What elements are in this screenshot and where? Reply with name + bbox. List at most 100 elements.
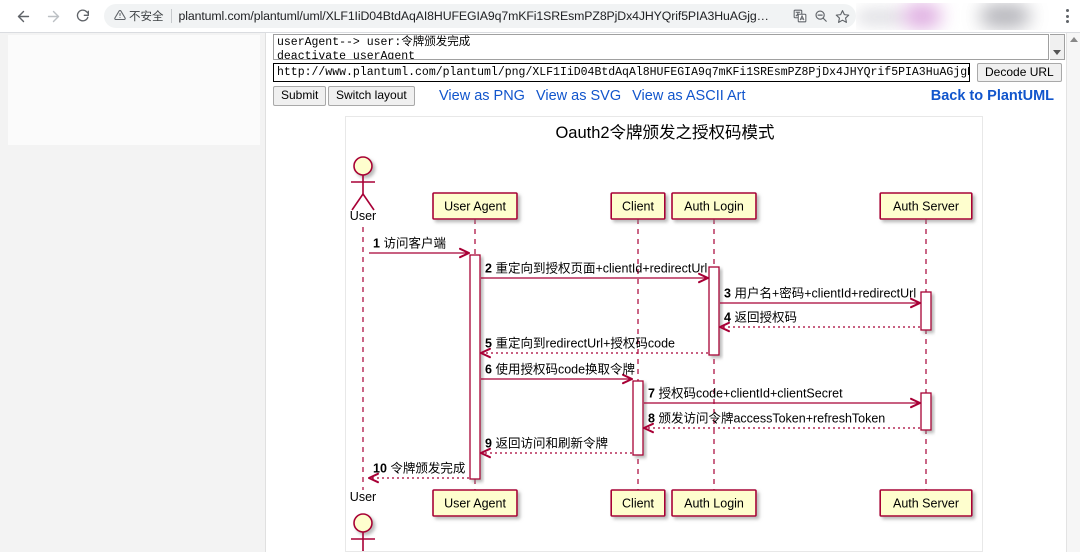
participant-label: Auth Login: [684, 200, 744, 214]
message-number: 10: [373, 462, 390, 476]
textarea-scrollbar[interactable]: [1050, 34, 1065, 60]
message-1: 1 访问客户端: [369, 236, 470, 259]
back-to-plantuml-link[interactable]: Back to PlantUML: [931, 88, 1054, 104]
page-viewport: userAgent--> user:令牌颁发完成 deactivate user…: [0, 33, 1080, 552]
screen-root: 不安全 plantuml.com/plantuml/uml/XLF1IiD04B…: [0, 0, 1080, 552]
left-gutter-panel: [8, 35, 260, 145]
kebab-menu-icon[interactable]: [1056, 9, 1078, 23]
view-as-svg-link[interactable]: View as SVG: [536, 88, 621, 104]
actor-user: User: [350, 490, 376, 551]
source-textarea[interactable]: userAgent--> user:令牌颁发完成 deactivate user…: [273, 34, 1049, 60]
message-number: 6: [485, 363, 495, 377]
security-indicator[interactable]: 不安全: [114, 8, 164, 24]
submit-button[interactable]: Submit: [273, 86, 327, 106]
diagram-title: Oauth2令牌颁发之授权码模式: [555, 123, 774, 142]
encoded-url-input[interactable]: http://www.plantuml.com/plantuml/png/XLF…: [273, 63, 970, 82]
actor-leg-left: [351, 193, 364, 211]
source-line-2: deactivate userAgent: [277, 49, 416, 60]
activation-bar-4: [920, 392, 932, 431]
omnibox-icons: [787, 9, 850, 24]
source-line-1: userAgent--> user:令牌颁发完成: [277, 36, 471, 49]
message-9: 9 返回访问和刷新令牌: [480, 436, 632, 459]
participant-box-auth-server: Auth Server: [879, 489, 973, 517]
message-text: 使用授权码code换取令牌: [495, 362, 635, 377]
url-text[interactable]: plantuml.com/plantuml/uml/XLF1IiD04BtdAq…: [179, 9, 788, 23]
message-label: 10 令牌颁发完成: [373, 461, 465, 476]
message-label: 1 访问客户端: [373, 236, 446, 251]
actor-user: User: [350, 156, 376, 223]
action-row: Submit Switch layout View as PNG View as …: [273, 86, 1065, 108]
activation-bar-0: [469, 254, 481, 480]
message-8: 8 颁发访问令牌accessToken+refreshToken: [643, 411, 920, 434]
star-icon[interactable]: [835, 9, 850, 24]
address-bar[interactable]: 不安全 plantuml.com/plantuml/uml/XLF1IiD04B…: [104, 4, 856, 28]
reload-button[interactable]: [68, 1, 98, 31]
message-text: 访问客户端: [383, 236, 446, 251]
actor-label: User: [350, 490, 376, 504]
message-text: 重定向到redirectUrl+授权码code: [495, 336, 675, 351]
participant-box-user-agent: User Agent: [432, 192, 518, 220]
message-7: 7 授权码code+clientId+clientSecret: [644, 386, 921, 409]
activation-bar-2: [920, 291, 932, 331]
left-gutter: [0, 33, 266, 552]
activation-bar-3: [632, 380, 644, 456]
uml-canvas: Oauth2令牌颁发之授权码模式 User User User Agent User A…: [350, 123, 973, 551]
message-label: 6 使用授权码code换取令牌: [485, 362, 635, 377]
encoded-url-row: http://www.plantuml.com/plantuml/png/XLF…: [273, 63, 1065, 82]
decode-url-button[interactable]: Decode URL: [977, 63, 1062, 82]
translate-icon[interactable]: [793, 9, 807, 23]
forward-button[interactable]: [38, 1, 68, 31]
message-5: 5 重定向到redirectUrl+授权码code: [480, 336, 708, 359]
participant-box-auth-login: Auth Login: [671, 489, 757, 517]
message-text: 重定向到授权页面+clientId+redirectUrl: [495, 261, 707, 276]
message-2: 2 重定向到授权页面+clientId+redirectUrl: [481, 261, 709, 284]
message-text: 授权码code+clientId+clientSecret: [658, 386, 843, 401]
message-text: 令牌颁发完成: [390, 461, 465, 476]
message-text: 颁发访问令牌accessToken+refreshToken: [658, 411, 885, 426]
message-label: 7 授权码code+clientId+clientSecret: [648, 386, 843, 401]
back-button[interactable]: [8, 1, 38, 31]
message-4: 4 返回授权码: [719, 310, 920, 333]
scroll-up-arrow-icon[interactable]: [1070, 37, 1078, 42]
security-label: 不安全: [129, 11, 164, 23]
page-scrollbar[interactable]: [1066, 33, 1080, 552]
message-text: 用户名+密码+clientId+redirectUrl: [734, 286, 916, 301]
view-as-png-link[interactable]: View as PNG: [439, 88, 525, 104]
warning-triangle-icon: [114, 9, 126, 24]
message-number: 3: [724, 287, 734, 301]
toolbar-right: [856, 2, 1080, 30]
plantuml-content: userAgent--> user:令牌颁发完成 deactivate user…: [266, 33, 1072, 552]
message-label: 2 重定向到授权页面+clientId+redirectUrl: [485, 261, 707, 276]
scroll-down-arrow-icon[interactable]: [1053, 50, 1061, 55]
participant-label: Auth Server: [893, 497, 959, 511]
actor-label: User: [350, 209, 376, 223]
blurred-extensions-region: [856, 2, 1052, 30]
participant-box-client: Client: [610, 489, 666, 517]
message-number: 7: [648, 387, 658, 401]
message-label: 3 用户名+密码+clientId+redirectUrl: [724, 286, 916, 301]
participant-label: Client: [622, 200, 654, 214]
message-number: 8: [648, 412, 658, 426]
message-text: 返回授权码: [734, 310, 797, 325]
participant-label: Auth Server: [893, 200, 959, 214]
participant-box-auth-server: Auth Server: [879, 192, 973, 220]
participant-label: Client: [622, 497, 654, 511]
actor-head: [353, 513, 373, 533]
switch-layout-button[interactable]: Switch layout: [328, 86, 415, 106]
message-number: 5: [485, 337, 495, 351]
message-number: 4: [724, 311, 734, 325]
omnibox-divider: [170, 9, 172, 23]
view-as-ascii-art-link[interactable]: View as ASCII Art: [632, 88, 745, 104]
activation-bar-1: [708, 266, 720, 356]
participant-label: User Agent: [444, 200, 506, 214]
participant-box-user-agent: User Agent: [432, 489, 518, 517]
participant-label: Auth Login: [684, 497, 744, 511]
message-label: 4 返回授权码: [724, 310, 797, 325]
message-6: 6 使用授权码code换取令牌: [481, 362, 635, 385]
message-number: 1: [373, 237, 383, 251]
participant-box-client: Client: [610, 192, 666, 220]
participant-box-auth-login: Auth Login: [671, 192, 757, 220]
zoom-out-icon[interactable]: [814, 9, 828, 23]
browser-toolbar: 不安全 plantuml.com/plantuml/uml/XLF1IiD04B…: [0, 0, 1080, 33]
message-label: 9 返回访问和刷新令牌: [485, 436, 608, 451]
